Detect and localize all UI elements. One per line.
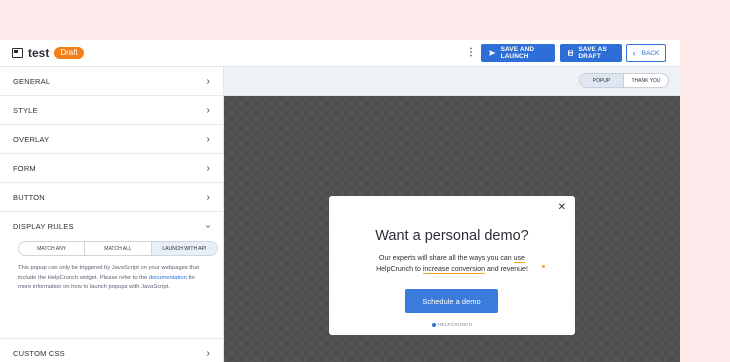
- tab-thank-you[interactable]: THANK YOU: [624, 74, 668, 87]
- sidebar-item-overlay[interactable]: OVERLAY ›: [0, 125, 223, 154]
- preview-area: POPUP THANK YOU ✕ Want a personal demo? …: [224, 67, 680, 362]
- top-bar: test Draft ⋮ SAVE AND LAUNCH SAVE AS DRA…: [0, 40, 680, 67]
- sidebar-item-button[interactable]: BUTTON ›: [0, 183, 223, 212]
- popup-subtext-part: HelpCrunch to: [376, 266, 423, 273]
- preview-toolbar: POPUP THANK YOU: [224, 67, 680, 96]
- rule-mode-match-any[interactable]: MATCH ANY: [19, 242, 86, 255]
- chevron-right-icon: ›: [206, 133, 210, 145]
- chevron-right-icon: ›: [206, 191, 210, 203]
- sidebar-item-label: GENERAL: [13, 76, 51, 86]
- sidebar-item-label: DISPLAY RULES: [13, 222, 74, 231]
- popup-heading: Want a personal demo?: [375, 228, 529, 244]
- save-as-draft-label: SAVE AS DRAFT: [578, 46, 607, 60]
- helpcrunch-logo-icon: [431, 322, 436, 327]
- sidebar-item-style[interactable]: STYLE ›: [0, 96, 223, 125]
- sidebar-item-form[interactable]: FORM ›: [0, 154, 223, 183]
- popup-icon: [12, 48, 23, 58]
- page-title: test: [28, 46, 50, 60]
- popup-editor: test Draft ⋮ SAVE AND LAUNCH SAVE AS DRA…: [0, 40, 680, 362]
- save-as-draft-button[interactable]: SAVE AS DRAFT: [560, 44, 622, 62]
- preview-tab-toggle: POPUP THANK YOU: [579, 73, 669, 88]
- display-rules-panel: MATCH ANY MATCH ALL LAUNCH WITH API This…: [0, 241, 223, 339]
- close-icon[interactable]: ✕: [558, 202, 566, 213]
- rule-mode-match-all[interactable]: MATCH ALL: [85, 242, 152, 255]
- chevron-down-icon: ›: [202, 224, 214, 229]
- title-group: test Draft: [12, 46, 84, 60]
- status-badge: Draft: [54, 47, 84, 59]
- display-rules-description: This popup can only be triggered by Java…: [18, 264, 206, 293]
- sidebar-item-label: FORM: [13, 163, 36, 173]
- popup-subtext-highlight: use: [513, 255, 525, 263]
- more-options-icon[interactable]: ⋮: [466, 48, 476, 58]
- schedule-demo-button[interactable]: Schedule a demo: [405, 289, 498, 313]
- back-button[interactable]: ‹ BACK: [626, 44, 666, 62]
- preview-canvas: ✕ Want a personal demo? Our experts will…: [224, 96, 680, 362]
- sidebar-item-custom-css[interactable]: CUSTOM CSS ›: [0, 339, 223, 362]
- floppy-disk-icon: [568, 50, 574, 56]
- back-label: BACK: [641, 49, 660, 57]
- popup-subtext-highlight: increase conversion: [422, 266, 486, 274]
- sidebar-item-label: STYLE: [13, 105, 38, 115]
- tab-popup[interactable]: POPUP: [580, 74, 624, 87]
- chevron-right-icon: ›: [206, 347, 210, 359]
- sidebar-item-label: OVERLAY: [13, 134, 50, 144]
- chevron-left-icon: ‹: [632, 48, 636, 58]
- brand-label: HELPCRUNCH: [437, 322, 473, 327]
- settings-sidebar: GENERAL › STYLE › OVERLAY › FORM › BUTTO…: [0, 67, 224, 362]
- sidebar-item-label: BUTTON: [13, 192, 45, 202]
- popup-subtext: Our experts will share all the ways you …: [364, 253, 540, 275]
- popup-subtext-part: Our experts will share all the ways you …: [379, 255, 514, 262]
- popup-preview: ✕ Want a personal demo? Our experts will…: [329, 196, 575, 335]
- save-and-launch-button[interactable]: SAVE AND LAUNCH: [481, 44, 555, 62]
- send-icon: [489, 50, 496, 56]
- sidebar-item-label: CUSTOM CSS: [13, 348, 65, 358]
- rule-mode-launch-with-api[interactable]: LAUNCH WITH API: [151, 242, 217, 255]
- chevron-right-icon: ›: [206, 104, 210, 116]
- spellcheck-dot-icon: [542, 265, 545, 268]
- documentation-link[interactable]: documentation: [149, 275, 187, 281]
- sidebar-item-display-rules[interactable]: DISPLAY RULES ›: [0, 212, 223, 241]
- rule-mode-selector: MATCH ANY MATCH ALL LAUNCH WITH API: [18, 241, 218, 256]
- chevron-right-icon: ›: [206, 75, 210, 87]
- sidebar-item-general[interactable]: GENERAL ›: [0, 67, 223, 96]
- popup-subtext-part: and revenue!: [485, 266, 528, 273]
- chevron-right-icon: ›: [206, 162, 210, 174]
- powered-by-brand: HELPCRUNCH: [329, 322, 575, 327]
- save-and-launch-label: SAVE AND LAUNCH: [500, 46, 535, 60]
